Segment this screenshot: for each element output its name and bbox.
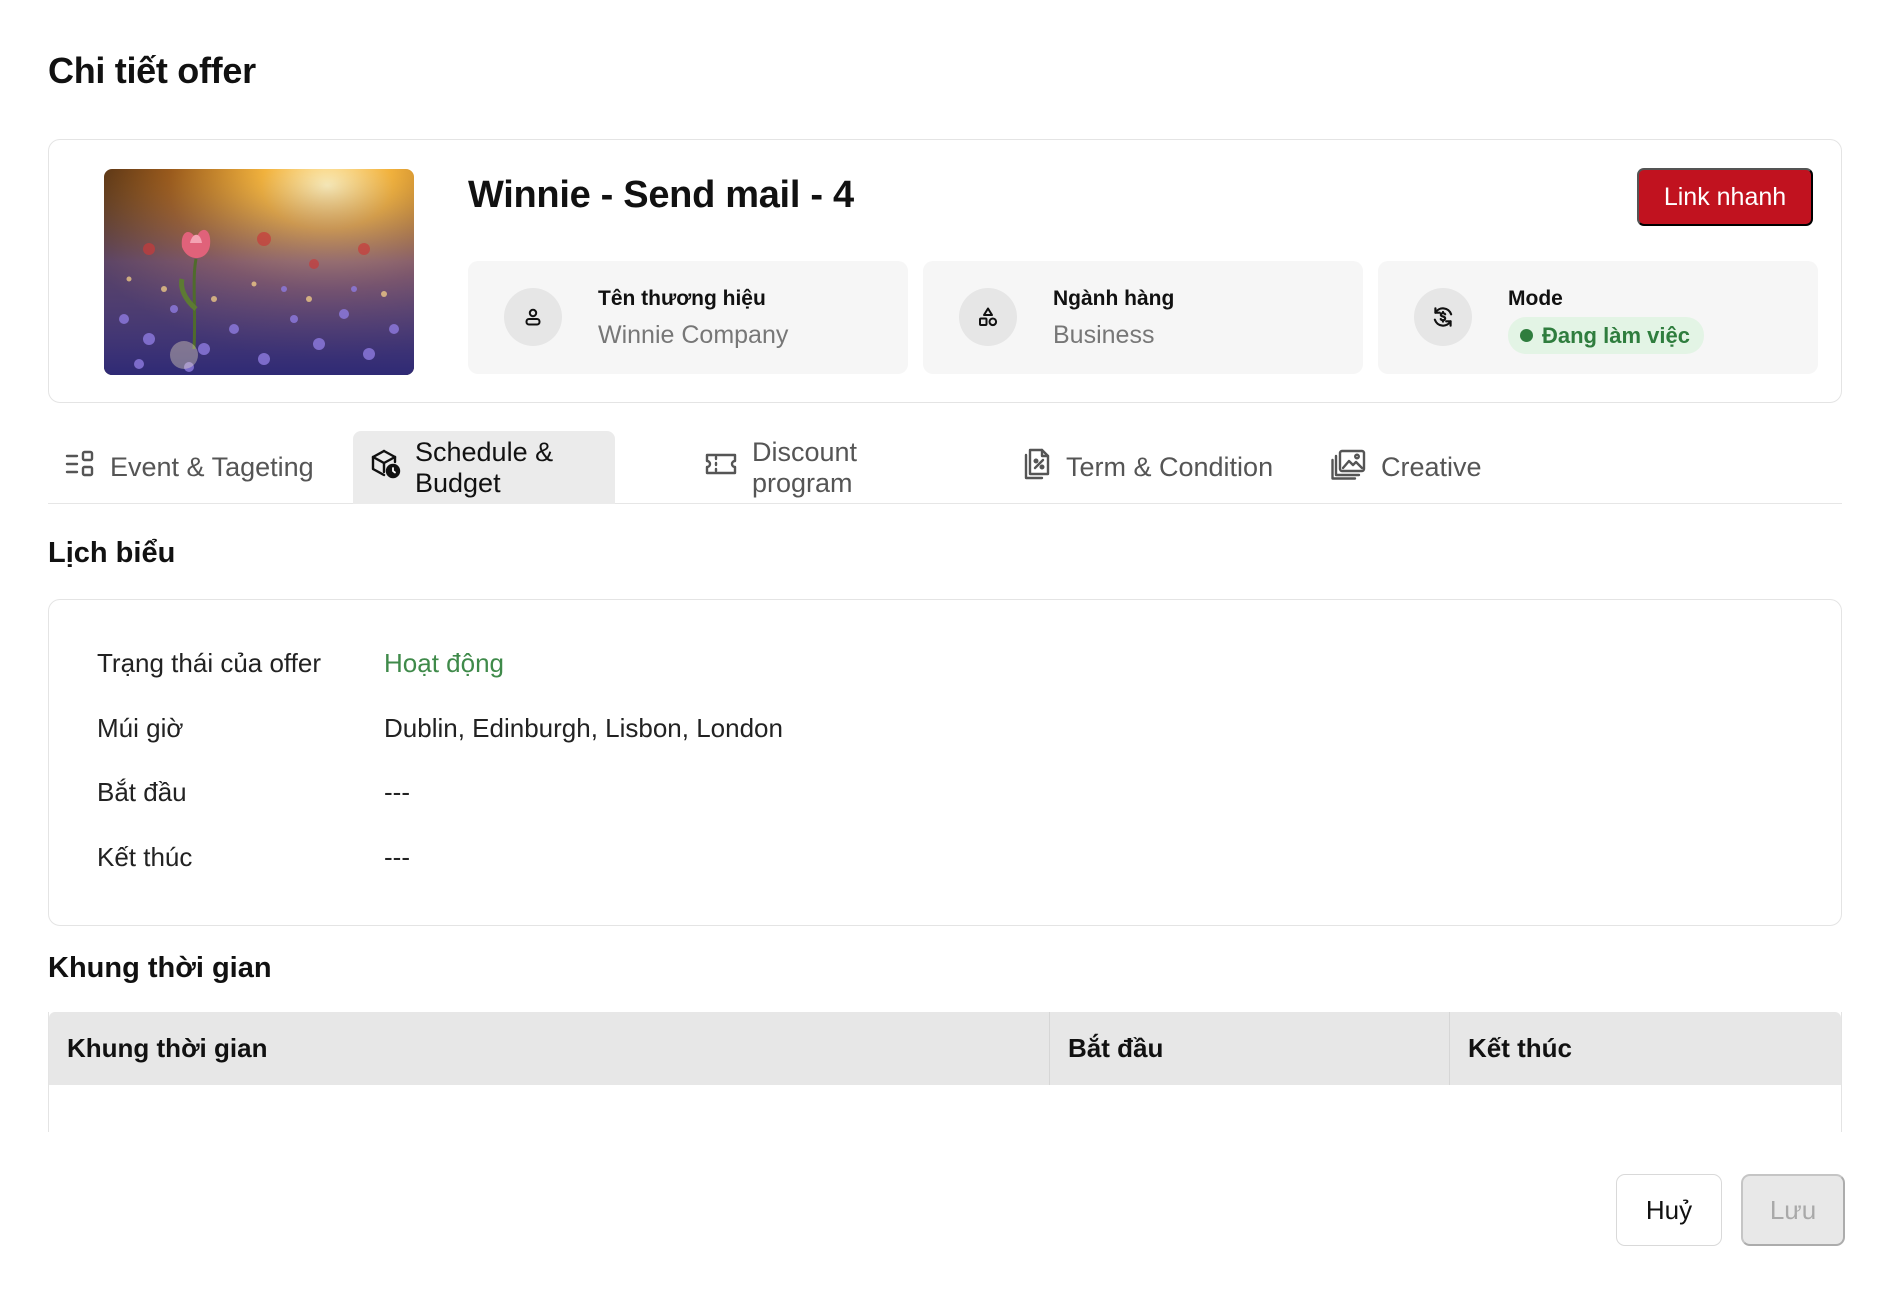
industry-value: Business (1053, 321, 1155, 349)
tab-discount-program[interactable]: Discount program (704, 431, 944, 504)
tab-label: Schedule & Budget (415, 436, 554, 498)
save-button[interactable]: Lưu (1741, 1174, 1845, 1246)
start-label: Bắt đầu (97, 777, 187, 807)
status-dot (1520, 329, 1533, 342)
tab-term-condition[interactable]: Term & Condition (1022, 431, 1282, 504)
tab-label: Discount program (752, 436, 858, 498)
sync-icon (1414, 288, 1472, 346)
timezone-value: Dublin, Edinburgh, Lisbon, London (384, 713, 783, 743)
mode-status-badge: Đang làm việc (1508, 317, 1704, 354)
offer-thumbnail (104, 169, 414, 375)
start-value: --- (384, 777, 410, 807)
mode-label: Mode (1508, 287, 1563, 310)
tab-schedule-budget[interactable]: Schedule & Budget (353, 431, 615, 504)
timeframe-section-title: Khung thời gian (48, 952, 272, 984)
mode-status-text: Đang làm việc (1542, 322, 1690, 348)
schedule-budget-icon (369, 448, 401, 487)
industry-info-tile: Ngành hàng Business (923, 261, 1363, 374)
column-header-start: Bắt đầu (1049, 1012, 1449, 1085)
timezone-label: Múi giờ (97, 713, 184, 743)
document-icon (1022, 447, 1052, 488)
user-icon (504, 288, 562, 346)
end-value: --- (384, 842, 410, 872)
offer-status-label: Trạng thái của offer (97, 648, 322, 678)
tab-label: Term & Condition (1066, 452, 1274, 482)
shapes-icon (959, 288, 1017, 346)
schedule-section-title: Lịch biểu (48, 537, 176, 569)
tab-label: Event & Tageting (110, 452, 314, 482)
schedule-card: Trạng thái của offer Hoạt động Múi giờ D… (48, 599, 1842, 926)
ticket-icon (704, 449, 738, 486)
offer-status-value: Hoạt động (384, 648, 504, 678)
tab-label: Creative (1381, 452, 1482, 482)
gallery-icon (1331, 448, 1367, 487)
industry-label: Ngành hàng (1053, 287, 1175, 310)
quick-link-button[interactable]: Link nhanh (1637, 168, 1813, 226)
page-title: Chi tiết offer (48, 50, 256, 91)
offer-name: Winnie - Send mail - 4 (468, 174, 854, 216)
table-header: Khung thời gian Bắt đầu Kết thúc (49, 1012, 1841, 1085)
tab-creative[interactable]: Creative (1331, 431, 1531, 504)
end-label: Kết thúc (97, 842, 193, 872)
column-header-timeframe: Khung thời gian (67, 1033, 268, 1063)
column-header-end: Kết thúc (1449, 1012, 1841, 1085)
offer-summary-card: Winnie - Send mail - 4 Link nhanh Tên th… (48, 139, 1842, 403)
cancel-button[interactable]: Huỷ (1616, 1174, 1722, 1246)
tab-event-targeting[interactable]: Event & Tageting (64, 431, 354, 504)
brand-info-tile: Tên thương hiệu Winnie Company (468, 261, 908, 374)
offer-tabs: Event & Tageting Schedule & Budget Disco… (48, 430, 1842, 504)
mode-info-tile: Mode Đang làm việc (1378, 261, 1818, 374)
targeting-icon (64, 448, 96, 487)
brand-value: Winnie Company (598, 321, 789, 349)
timeframe-table: Khung thời gian Bắt đầu Kết thúc (48, 1012, 1842, 1132)
brand-label: Tên thương hiệu (598, 287, 766, 310)
